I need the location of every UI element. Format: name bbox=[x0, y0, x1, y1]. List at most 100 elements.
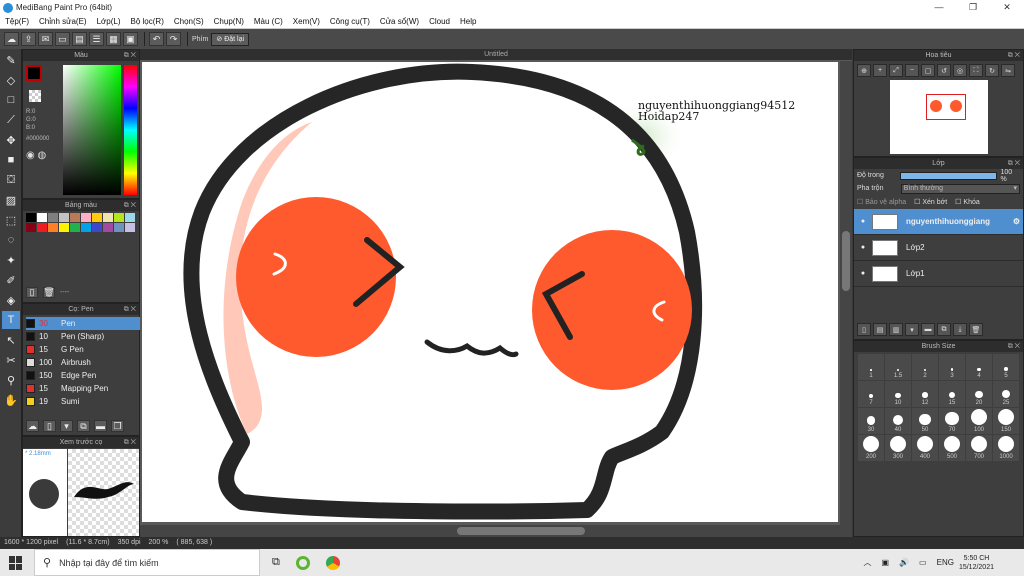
menu-file[interactable]: Tệp(F) bbox=[0, 17, 34, 26]
comment-icon[interactable]: ✉ bbox=[38, 32, 53, 46]
divide-tool-icon[interactable]: ✂ bbox=[2, 351, 20, 369]
visibility-icon[interactable]: ● bbox=[854, 244, 872, 251]
close-button[interactable]: ✕ bbox=[990, 0, 1024, 15]
brush-size-cell[interactable]: 12 bbox=[912, 381, 938, 407]
rotate-reset-icon[interactable]: ◎ bbox=[953, 64, 967, 77]
select-rect-tool-icon[interactable]: ⬚ bbox=[2, 211, 20, 229]
share-icon[interactable]: ⇪ bbox=[21, 32, 36, 46]
gradient-tool-icon[interactable]: ▨ bbox=[2, 191, 20, 209]
brush-tool-icon[interactable]: ✎ bbox=[2, 51, 20, 69]
transparent-color-swatch[interactable] bbox=[29, 90, 41, 102]
delete-layer-icon[interactable]: 🗑 bbox=[969, 323, 983, 336]
fill-rect-tool-icon[interactable]: ■ bbox=[2, 151, 20, 169]
lasso-tool-icon[interactable]: ◌ bbox=[2, 231, 20, 249]
brush-size-cell[interactable]: 200 bbox=[858, 435, 884, 461]
list-icon[interactable]: ☰ bbox=[89, 32, 104, 46]
brush-size-cell[interactable]: 4 bbox=[966, 354, 992, 380]
delete-palette-icon[interactable]: 🗑 bbox=[43, 287, 55, 298]
menu-layer[interactable]: Lớp(L) bbox=[92, 17, 126, 26]
brush-size-cell[interactable]: 50 bbox=[912, 408, 938, 434]
fit-window-icon[interactable]: ⤢ bbox=[889, 64, 903, 77]
menu-help[interactable]: Help bbox=[455, 17, 481, 26]
new-palette-icon[interactable]: ▯ bbox=[26, 287, 38, 298]
brush-item[interactable]: 15 G Pen bbox=[26, 343, 150, 356]
layer-row[interactable]: ● nguyenthihuonggiang ⚙ bbox=[854, 209, 1023, 235]
brush-size-cell[interactable]: 40 bbox=[885, 408, 911, 434]
bucket-tool-icon[interactable]: ⛋ bbox=[2, 171, 20, 189]
menu-tools[interactable]: Công cụ(T) bbox=[325, 17, 375, 26]
cloud-icon[interactable]: ☁ bbox=[4, 32, 19, 46]
task-view-icon[interactable]: ⧉ bbox=[272, 556, 280, 569]
brush-size-cell[interactable]: 15 bbox=[939, 381, 965, 407]
zoom-fit-icon[interactable]: ⊕ bbox=[857, 64, 871, 77]
brush-item[interactable]: 15 Mapping Pen bbox=[26, 382, 150, 395]
brush-size-cell[interactable]: 1.5 bbox=[885, 354, 911, 380]
visibility-icon[interactable]: ● bbox=[854, 270, 872, 277]
palette-swatch[interactable] bbox=[81, 213, 91, 222]
hue-slider[interactable] bbox=[124, 65, 137, 195]
menu-cloud[interactable]: Cloud bbox=[424, 17, 455, 26]
tray-app-icon[interactable]: ▣ bbox=[882, 558, 890, 567]
brush-size-cell[interactable]: 3 bbox=[939, 354, 965, 380]
palette-swatch[interactable] bbox=[81, 223, 91, 232]
taskbar-search[interactable]: ⚲ Nhập tại đây để tìm kiếm bbox=[34, 549, 260, 576]
document-tab[interactable]: Untitled bbox=[140, 49, 852, 60]
magic-wand-tool-icon[interactable]: ✦ bbox=[2, 251, 20, 269]
palette-swatch[interactable] bbox=[48, 223, 58, 232]
drawing-canvas[interactable]: nguyenthihuonggiang94512 Hoidap247 bbox=[142, 62, 838, 522]
brush-item[interactable]: 10 Pen (Sharp) bbox=[26, 330, 150, 343]
menu-snap[interactable]: Chụp(N) bbox=[209, 17, 249, 26]
brush-size-cell[interactable]: 700 bbox=[966, 435, 992, 461]
brush-size-cell[interactable]: 2 bbox=[912, 354, 938, 380]
fullscreen-icon[interactable]: ⛶ bbox=[969, 64, 983, 77]
menu-color[interactable]: Màu (C) bbox=[249, 17, 288, 26]
select-eraser-tool-icon[interactable]: ◈ bbox=[2, 291, 20, 309]
minimize-button[interactable]: — bbox=[922, 0, 956, 15]
page-icon[interactable]: ▤ bbox=[72, 32, 87, 46]
navigator-thumbnail[interactable] bbox=[890, 80, 988, 154]
brush-size-cell[interactable]: 1000 bbox=[993, 435, 1019, 461]
brush-size-cell[interactable]: 20 bbox=[966, 381, 992, 407]
opacity-slider[interactable] bbox=[900, 171, 997, 180]
brush-size-cell[interactable]: 400 bbox=[912, 435, 938, 461]
saturation-value-picker[interactable] bbox=[63, 65, 121, 195]
menu-filter[interactable]: Bộ lọc(R) bbox=[126, 17, 169, 26]
battery-icon[interactable]: ▭ bbox=[919, 558, 927, 567]
palette-swatch[interactable] bbox=[26, 213, 36, 222]
palette-swatch[interactable] bbox=[125, 223, 135, 232]
flip-icon[interactable]: ⇋ bbox=[1001, 64, 1015, 77]
eraser-tool-icon[interactable]: ◇ bbox=[2, 71, 20, 89]
merge-down-icon[interactable]: ⤓ bbox=[953, 323, 967, 336]
rotate-right-icon[interactable]: ↻ bbox=[985, 64, 999, 77]
dot-tool-icon[interactable]: ⟋ bbox=[2, 111, 20, 129]
language-indicator[interactable]: ENG bbox=[937, 558, 954, 567]
folder-brush-icon[interactable]: ▬ bbox=[94, 420, 107, 432]
new-layer-icon[interactable]: ▯ bbox=[857, 323, 871, 336]
palette-swatch[interactable] bbox=[103, 213, 113, 222]
menu-window[interactable]: Cửa sổ(W) bbox=[375, 17, 424, 26]
duplicate-layer-icon[interactable]: ⧉ bbox=[937, 323, 951, 336]
brush-item[interactable]: 30Pen⚙ bbox=[26, 317, 150, 330]
layout-icon[interactable]: ▣ bbox=[123, 32, 138, 46]
browser-app-icon[interactable] bbox=[295, 555, 310, 570]
palette-swatch[interactable] bbox=[125, 213, 135, 222]
restore-button[interactable]: ❐ bbox=[956, 0, 990, 15]
brush-size-cell[interactable]: 10 bbox=[885, 381, 911, 407]
taskbar-clock[interactable]: 5:50 CH 15/12/2021 bbox=[959, 554, 994, 572]
horizontal-scrollbar[interactable] bbox=[140, 525, 840, 537]
horizontal-scroll-thumb[interactable] bbox=[457, 527, 585, 535]
menu-view[interactable]: Xem(V) bbox=[288, 17, 325, 26]
windows-start-icon[interactable] bbox=[9, 556, 23, 570]
new-brush-icon[interactable]: ▯ bbox=[43, 420, 56, 432]
brush-size-cell[interactable]: 7 bbox=[858, 381, 884, 407]
text-tool-icon[interactable]: T bbox=[2, 311, 20, 329]
palette-swatch[interactable] bbox=[37, 223, 47, 232]
palette-swatch[interactable] bbox=[59, 213, 69, 222]
new-8bit-layer-icon[interactable]: ▥ bbox=[889, 323, 903, 336]
lock-checkbox[interactable]: ☐ Khóa bbox=[955, 198, 980, 206]
zoom-in-icon[interactable]: + bbox=[873, 64, 887, 77]
brush-size-cell[interactable]: 150 bbox=[993, 408, 1019, 434]
copy-brush-icon[interactable]: ⧉ bbox=[77, 420, 90, 432]
brush-item[interactable]: 19 Sumi bbox=[26, 395, 150, 408]
cloud-brush-icon[interactable]: ☁ bbox=[26, 420, 39, 432]
